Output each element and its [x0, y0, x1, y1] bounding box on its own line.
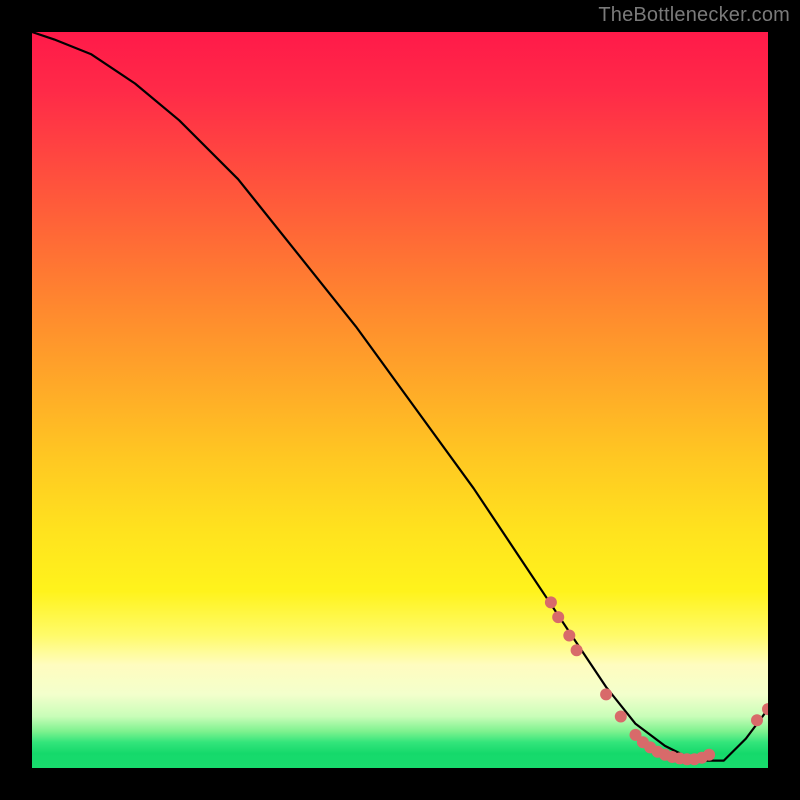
curve-marker — [751, 714, 763, 726]
curve-marker — [545, 596, 557, 608]
curve-layer — [32, 32, 768, 768]
curve-marker — [563, 630, 575, 642]
source-label: TheBottlenecker.com — [598, 4, 790, 27]
curve-marker — [615, 711, 627, 723]
bottleneck-curve — [32, 32, 768, 761]
chart-container: TheBottlenecker.com — [0, 0, 800, 800]
curve-marker — [762, 703, 768, 715]
curve-marker — [552, 611, 564, 623]
curve-marker — [600, 688, 612, 700]
curve-marker — [571, 644, 583, 656]
curve-marker — [703, 749, 715, 761]
plot-area — [32, 32, 768, 768]
